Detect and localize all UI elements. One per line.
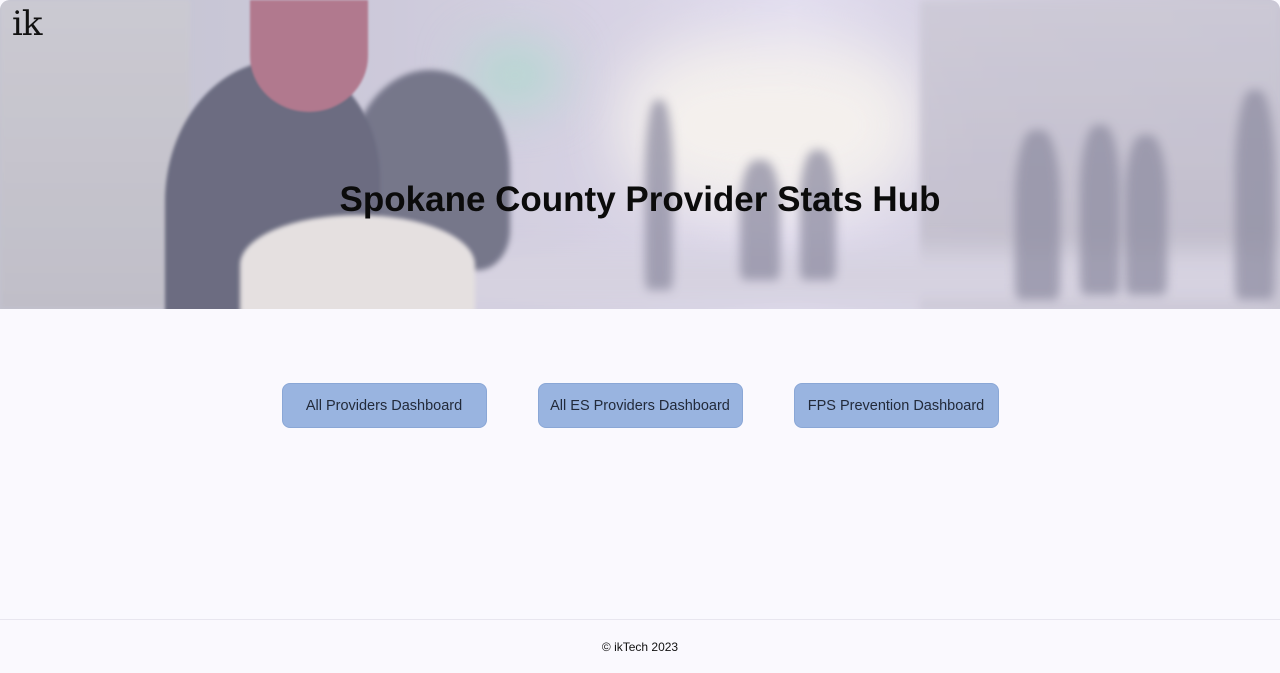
- page: ik Spokane County Provider Stats Hub All…: [0, 0, 1280, 673]
- hero-overlay: [0, 0, 1280, 309]
- all-providers-dashboard-button[interactable]: All Providers Dashboard: [281, 383, 487, 428]
- page-title: Spokane County Provider Stats Hub: [339, 180, 941, 219]
- hero-banner: ik Spokane County Provider Stats Hub: [0, 0, 1280, 309]
- logo[interactable]: ik: [12, 4, 43, 44]
- fps-prevention-dashboard-button[interactable]: FPS Prevention Dashboard: [793, 383, 999, 428]
- copyright-text: © ikTech 2023: [601, 639, 679, 654]
- dashboard-button-row: All Providers Dashboard All ES Providers…: [0, 383, 1280, 428]
- all-es-providers-dashboard-button[interactable]: All ES Providers Dashboard: [537, 383, 743, 428]
- footer: © ikTech 2023: [0, 619, 1280, 673]
